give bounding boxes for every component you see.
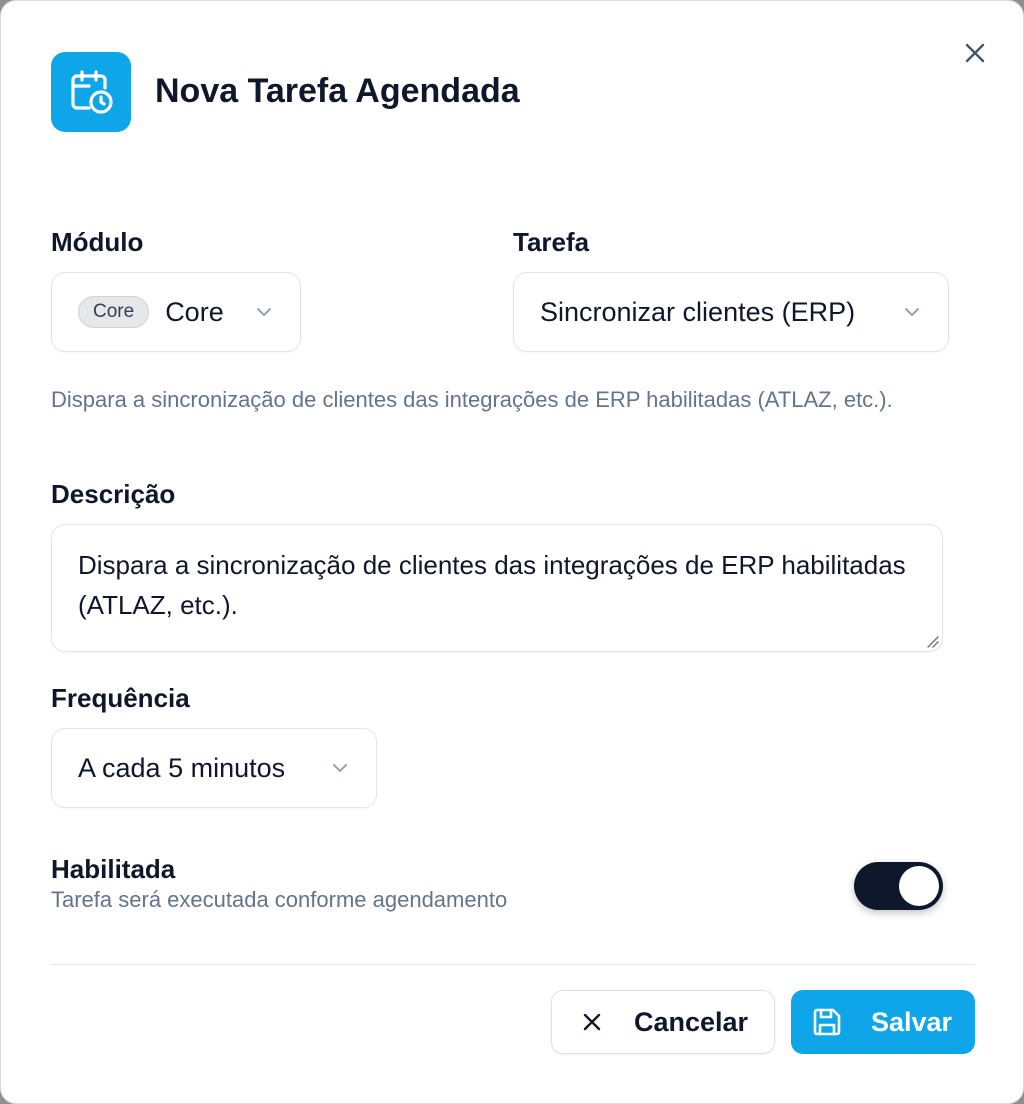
enabled-switch[interactable]: [854, 862, 943, 910]
header-icon-badge: [51, 52, 131, 132]
chevron-down-icon: [330, 758, 350, 778]
calendar-clock-icon: [71, 70, 113, 114]
description-value: Dispara a sincronização de clientes das …: [78, 550, 906, 620]
description-textarea[interactable]: Dispara a sincronização de clientes das …: [51, 524, 943, 652]
save-icon: [811, 1006, 843, 1038]
task-select[interactable]: Sincronizar clientes (ERP): [513, 272, 949, 352]
task-label: Tarefa: [513, 227, 590, 257]
enabled-description: Tarefa será executada conforme agendamen…: [51, 887, 508, 912]
resize-handle-icon[interactable]: [925, 634, 939, 648]
module-select-value: Core: [165, 297, 224, 327]
description-label: Descrição: [51, 479, 176, 509]
close-icon: [965, 43, 985, 63]
task-help-text: Dispara a sincronização de clientes das …: [51, 387, 893, 412]
module-select[interactable]: Core Core: [51, 272, 301, 352]
close-icon: [576, 1006, 608, 1038]
save-button[interactable]: Salvar: [791, 990, 975, 1054]
module-badge: Core: [78, 296, 150, 328]
frequency-label: Frequência: [51, 683, 190, 713]
enabled-label: Habilitada: [51, 854, 176, 884]
switch-knob: [899, 866, 939, 906]
chevron-down-icon: [254, 302, 274, 322]
footer-divider: [51, 964, 975, 965]
chevron-down-icon: [902, 302, 922, 322]
save-button-label: Salvar: [871, 1006, 953, 1037]
frequency-select[interactable]: A cada 5 minutos: [51, 728, 377, 808]
cancel-button[interactable]: Cancelar: [551, 990, 775, 1054]
scheduled-task-dialog: Nova Tarefa Agendada Módulo Core Core Ta…: [0, 0, 1024, 1104]
dialog-title: Nova Tarefa Agendada: [155, 72, 520, 110]
close-button[interactable]: [957, 35, 993, 71]
frequency-select-value: A cada 5 minutos: [78, 753, 286, 783]
cancel-button-label: Cancelar: [634, 1006, 749, 1037]
module-label: Módulo: [51, 227, 144, 257]
task-select-value: Sincronizar clientes (ERP): [540, 297, 856, 327]
